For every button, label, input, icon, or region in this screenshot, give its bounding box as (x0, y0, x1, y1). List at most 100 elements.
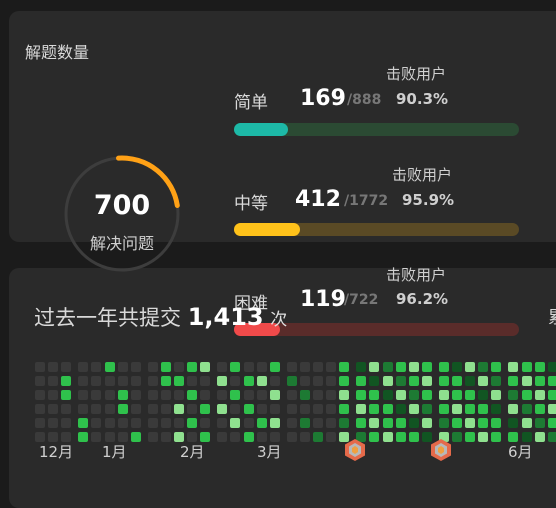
heatmap-cell (382, 390, 393, 400)
beat-percentage: 96.2% (396, 290, 449, 308)
heatmap-cell (243, 362, 254, 372)
difficulty-total: /1772 (344, 193, 389, 209)
heatmap-cell (534, 362, 545, 372)
heatmap-cell (382, 432, 393, 442)
heatmap-cell (491, 432, 502, 442)
heatmap-cell (395, 390, 406, 400)
difficulty-solved: 119 (300, 287, 346, 312)
heatmap-cell (48, 362, 59, 372)
difficulty-total: /722 (344, 292, 379, 308)
heatmap-cell (339, 404, 350, 414)
heatmap-cell (269, 376, 280, 386)
heatmap-cell (61, 376, 72, 386)
heatmap-cell (174, 390, 184, 400)
heatmap-cell (243, 432, 254, 442)
heatmap-cell (299, 362, 310, 372)
heatmap-cell (35, 418, 45, 428)
heatmap-cell (382, 362, 393, 372)
heatmap-cell (286, 376, 297, 386)
heatmap-cell (78, 432, 89, 442)
heatmap-cell (491, 404, 502, 414)
heatmap-cell (356, 376, 367, 386)
difficulty-row-easy: 击败用户 简单 169 /888 90.3% (234, 60, 524, 140)
monthly-badge-icon[interactable] (430, 438, 452, 462)
heatmap-cell (452, 404, 462, 414)
heatmap-cell (547, 362, 556, 372)
heatmap-cell (452, 432, 462, 442)
heatmap-cell (313, 376, 323, 386)
heatmap-cell (478, 418, 489, 428)
difficulty-solved: 412 (295, 187, 341, 212)
heatmap-cell (78, 362, 89, 372)
heatmap-cell (478, 376, 489, 386)
heatmap-cell (230, 362, 241, 372)
heatmap-cell (160, 390, 171, 400)
heatmap-cell (508, 376, 519, 386)
heatmap-cell (147, 418, 158, 428)
heatmap-cell (313, 404, 323, 414)
heatmap-cell (438, 418, 449, 428)
heatmap-cell (465, 432, 476, 442)
heatmap-cell (200, 376, 211, 386)
heatmap-cell (48, 404, 59, 414)
heatmap-cell (230, 404, 241, 414)
heatmap-cell (243, 418, 254, 428)
heatmap-cell (117, 376, 128, 386)
heatmap-cell (230, 390, 241, 400)
month-label: 1月 (102, 443, 127, 461)
heatmap-cell (395, 404, 406, 414)
heatmap-cell (160, 404, 171, 414)
heatmap-cell (508, 390, 519, 400)
heatmap-cell (286, 362, 297, 372)
heatmap-cell (286, 418, 297, 428)
heatmap-cell (217, 418, 228, 428)
beat-percentage: 95.9% (402, 191, 455, 209)
heatmap-cell (174, 418, 184, 428)
heatmap-cell (160, 432, 171, 442)
cumulative-label-cut: 累 (548, 303, 556, 328)
heatmap-cell (521, 362, 532, 372)
heatmap-cell (61, 362, 72, 372)
heatmap-cell (395, 376, 406, 386)
heatmap-cell (104, 362, 115, 372)
heatmap-cell (286, 404, 297, 414)
heatmap-cell (187, 404, 198, 414)
heatmap-cell (174, 362, 184, 372)
heatmap-cell (160, 362, 171, 372)
heatmap-cell (243, 376, 254, 386)
heatmap-cell (438, 404, 449, 414)
monthly-badge-icon[interactable] (344, 438, 366, 462)
heatmap-cell (61, 418, 72, 428)
heatmap-cell (408, 362, 419, 372)
heatmap-cell (534, 418, 545, 428)
heatmap-cell (326, 418, 337, 428)
heatmap-cell (160, 418, 171, 428)
heatmap-cell (408, 390, 419, 400)
heatmap-cell (369, 432, 380, 442)
difficulty-solved: 169 (300, 86, 346, 111)
heatmap-cell (147, 404, 158, 414)
heatmap-cell (230, 432, 241, 442)
heatmap-cell (130, 362, 141, 372)
heatmap-cell (547, 432, 556, 442)
heatmap-cell (35, 390, 45, 400)
heatmap-cell (465, 418, 476, 428)
heatmap-cell (547, 404, 556, 414)
heatmap-cell (299, 432, 310, 442)
heatmap-cell (78, 390, 89, 400)
heatmap-cell (91, 404, 102, 414)
heatmap-cell (339, 376, 350, 386)
heatmap-cell (369, 418, 380, 428)
heatmap-cell (452, 376, 462, 386)
heatmap-cell (521, 418, 532, 428)
heatmap-cell (91, 390, 102, 400)
heatmap-cell (339, 362, 350, 372)
heatmap-cell (421, 404, 432, 414)
heatmap-cell (200, 404, 211, 414)
heatmap-cell (452, 362, 462, 372)
submission-unit: 次 (270, 310, 288, 330)
heatmap-cell (91, 376, 102, 386)
heatmap-cell (478, 390, 489, 400)
heatmap-cell (78, 418, 89, 428)
heatmap-cell (78, 376, 89, 386)
